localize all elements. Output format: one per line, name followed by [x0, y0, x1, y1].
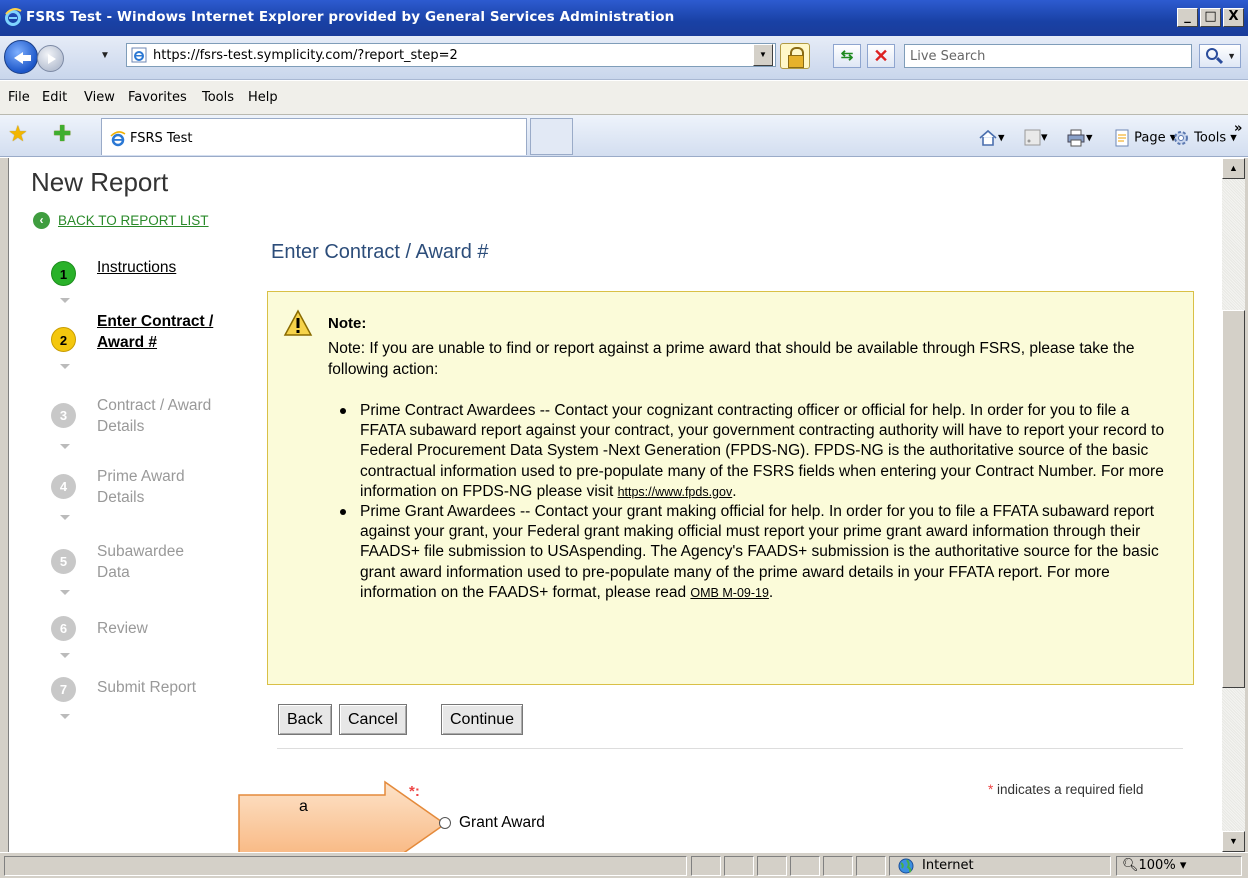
refresh-icon[interactable]: ⇆ [833, 44, 861, 68]
step-label-enter-contract[interactable]: Enter Contract / Award # [97, 311, 237, 353]
step-arrow-icon [60, 364, 70, 369]
security-zone-label: Internet [922, 858, 974, 873]
zoom-level[interactable]: 🔍︎100% ▾ [1122, 858, 1186, 873]
list-item: Prime Grant Awardees -- Contact your gra… [328, 502, 1173, 603]
callout-arrow-icon [238, 780, 447, 852]
step-label-submit-report: Submit Report [97, 679, 197, 696]
url-text: https://fsrs-test.symplicity.com/?report… [153, 48, 458, 63]
scroll-thumb[interactable] [1222, 310, 1245, 688]
note-intro: Note: If you are unable to find or repor… [328, 340, 1135, 378]
step-number: 3 [51, 403, 76, 428]
status-text-cell [4, 856, 687, 876]
forward-arrow-icon[interactable] [37, 45, 64, 72]
step-label-instructions[interactable]: Instructions [97, 257, 267, 278]
step-arrow-icon [60, 590, 70, 595]
address-dropdown-button[interactable]: ▼ [753, 44, 773, 66]
new-tab-button[interactable] [530, 118, 573, 155]
menu-view[interactable]: View [84, 90, 115, 105]
page-menu[interactable]: Page ▾ [1114, 129, 1176, 147]
favorites-star-icon[interactable]: ★ [8, 121, 28, 147]
menu-bar: File Edit View Favorites Tools Help [0, 81, 1248, 115]
omb-link[interactable]: OMB M-09-19 [690, 586, 769, 600]
cancel-button[interactable]: Cancel [339, 704, 407, 735]
close-button[interactable]: X [1223, 8, 1244, 27]
step-number: 6 [51, 616, 76, 641]
add-favorites-icon[interactable]: ✚ [53, 121, 71, 147]
tab-fsrs-test[interactable]: FSRS Test [101, 118, 527, 155]
search-options-icon[interactable]: ▼ [1227, 51, 1236, 61]
status-bar: Internet 🔍︎100% ▾ [0, 852, 1248, 878]
note-box: Note: Note: If you are unable to find or… [267, 291, 1194, 685]
step-label-subawardee-data: Subawardee Data [97, 543, 185, 581]
gear-icon [1174, 131, 1188, 145]
search-button[interactable]: ▼ [1199, 44, 1241, 68]
menu-help[interactable]: Help [248, 90, 278, 105]
grant-award-radio[interactable] [439, 817, 451, 829]
back-to-report-list-link[interactable]: BACK TO REPORT LIST [33, 213, 209, 228]
window-title-bar: FSRS Test - Windows Internet Explorer pr… [0, 0, 1248, 36]
step-arrow-icon [60, 653, 70, 658]
back-button[interactable]: Back [278, 704, 332, 735]
print-icon[interactable]: ▾ [1066, 129, 1093, 147]
required-field-note: * indicates a required field [988, 782, 1144, 797]
back-arrow-icon[interactable] [4, 40, 38, 74]
search-field[interactable] [904, 44, 1192, 68]
step-number: 7 [51, 677, 76, 702]
ie-logo-icon [5, 8, 22, 26]
step-arrow-icon [60, 515, 70, 520]
scroll-up-arrow-icon[interactable]: ▲ [1222, 158, 1245, 179]
step-number: 2 [51, 327, 76, 352]
page-title: New Report [31, 167, 169, 197]
internet-globe-icon [898, 858, 914, 874]
note-title: Note: [328, 315, 367, 332]
list-item: Prime Contract Awardees -- Contact your … [328, 401, 1173, 502]
feeds-icon[interactable]: ▾ [1024, 129, 1048, 146]
address-bar[interactable]: https://fsrs-test.symplicity.com/?report… [126, 43, 776, 67]
step-number: 4 [51, 474, 76, 499]
menu-edit[interactable]: Edit [42, 90, 67, 105]
step-number: 1 [51, 261, 76, 286]
step-label-prime-award-details: Prime Award Details [97, 468, 185, 506]
menu-favorites[interactable]: Favorites [128, 90, 187, 105]
grant-award-label: Grant Award [459, 814, 545, 831]
more-tools-chevron-icon[interactable]: » [1234, 121, 1242, 136]
divider [277, 748, 1183, 749]
step-number: 5 [51, 549, 76, 574]
note-list: Prime Contract Awardees -- Contact your … [328, 401, 1173, 603]
step-label-review: Review [97, 620, 148, 637]
vertical-scrollbar[interactable]: ▲ ▼ [1222, 158, 1245, 852]
ie-tab-icon [110, 131, 126, 147]
callout-label: a [299, 798, 308, 815]
window-frame-left [0, 158, 9, 852]
search-input[interactable] [905, 45, 1191, 67]
security-lock-icon[interactable] [780, 43, 810, 69]
page-ie-icon [131, 47, 147, 63]
tab-bar: ★ ✚ FSRS Test ▾ ▾ ▾ Page ▾ Tools ▾ » [0, 115, 1248, 157]
window-title: FSRS Test - Windows Internet Explorer pr… [26, 9, 675, 25]
scroll-down-arrow-icon[interactable]: ▼ [1222, 831, 1245, 852]
tab-label: FSRS Test [130, 131, 193, 146]
section-title: Enter Contract / Award # [271, 241, 489, 263]
history-dropdown-icon[interactable]: ▼ [100, 50, 110, 61]
fpds-link[interactable]: https://www.fpds.gov [618, 485, 733, 499]
page-content: New Report ‹ BACK TO REPORT LIST 1 Instr… [9, 158, 1221, 852]
step-arrow-icon [60, 444, 70, 449]
home-icon[interactable]: ▾ [978, 129, 1005, 147]
maximize-button[interactable]: □ [1200, 8, 1221, 27]
page-icon [1115, 129, 1129, 147]
step-arrow-icon [60, 298, 70, 303]
address-toolbar: ▼ https://fsrs-test.symplicity.com/?repo… [0, 36, 1248, 80]
continue-button[interactable]: Continue [441, 704, 524, 735]
menu-file[interactable]: File [8, 90, 30, 105]
minimize-button[interactable]: _ [1177, 8, 1198, 27]
menu-tools[interactable]: Tools [202, 90, 234, 105]
warning-icon [283, 309, 313, 336]
step-arrow-icon [60, 714, 70, 719]
tools-menu[interactable]: Tools ▾ [1172, 129, 1237, 147]
stop-icon[interactable]: ✕ [867, 44, 895, 68]
step-label-contract-details: Contract / Award Details [97, 397, 212, 435]
